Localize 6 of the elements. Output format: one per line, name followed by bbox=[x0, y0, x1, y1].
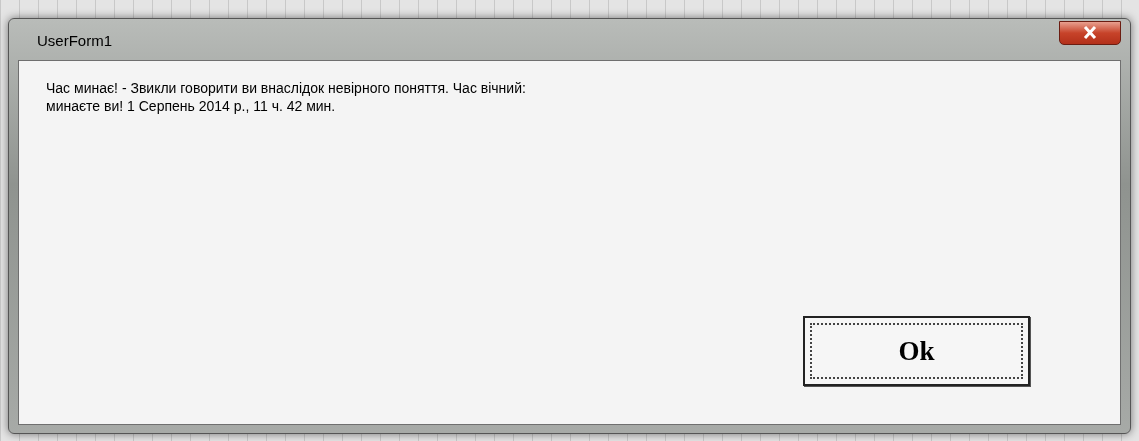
ok-button[interactable]: Ok bbox=[803, 316, 1030, 386]
close-icon bbox=[1083, 26, 1097, 39]
window-title: UserForm1 bbox=[36, 31, 112, 52]
message-text: Час минає! - Звикли говорити ви внаслідок невірного поняття. Час вічний: bbox=[46, 79, 527, 97]
close-button[interactable] bbox=[1059, 20, 1121, 45]
message-text: минаєте ви! 1 Серпень 2014 р., 11 ч. 42 мин. bbox=[46, 97, 337, 115]
